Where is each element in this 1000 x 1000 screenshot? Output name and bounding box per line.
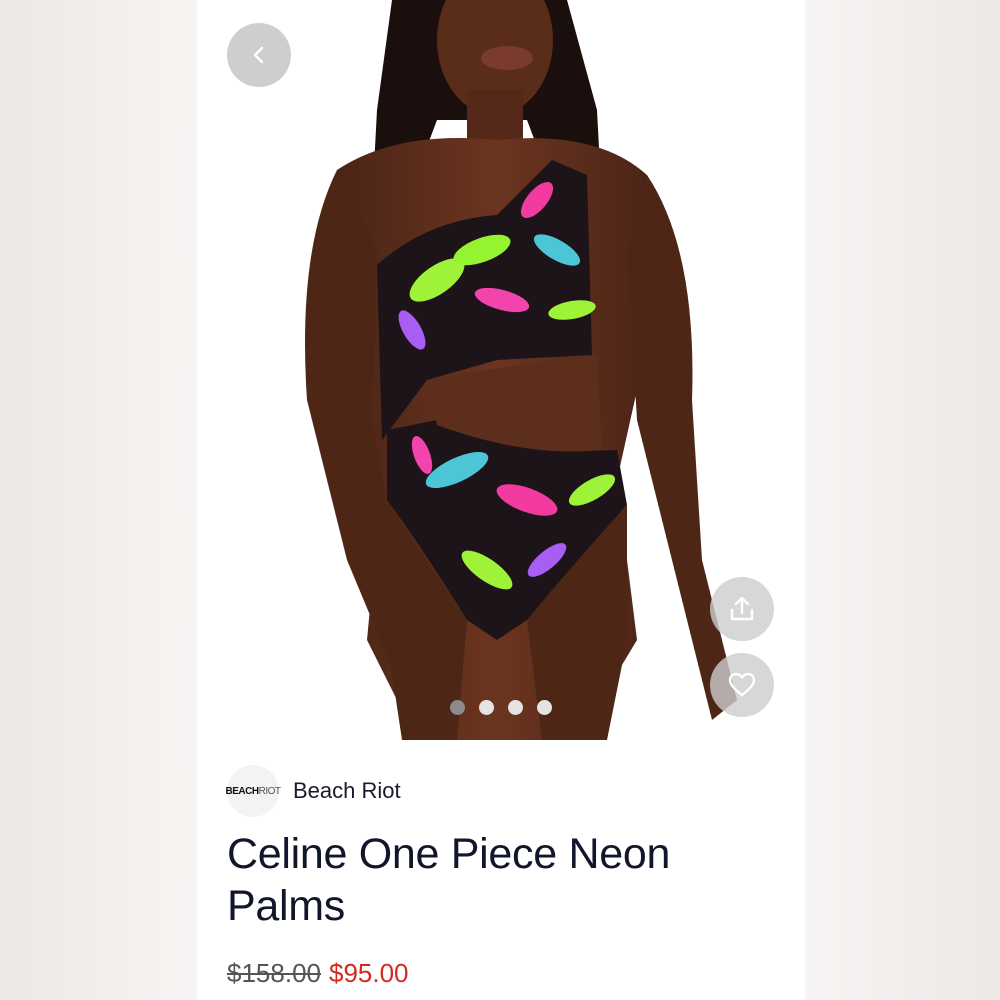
brand-logo[interactable]: BEACH RIOT [225, 765, 281, 817]
brand-logo-thin: RIOT [258, 785, 281, 797]
original-price: $158.00 [227, 958, 321, 988]
back-button[interactable] [227, 23, 291, 87]
product-image[interactable] [197, 0, 805, 740]
chevron-left-icon [253, 46, 264, 64]
carousel-indicators [197, 700, 805, 715]
model-photo [305, 0, 737, 740]
price-row: $158.00 $95.00 [227, 958, 409, 989]
carousel-dot[interactable] [479, 700, 494, 715]
carousel-dot[interactable] [450, 700, 465, 715]
screen: BEACH RIOT Beach Riot Celine One Piece Ne… [0, 0, 1000, 1000]
share-button[interactable] [710, 577, 774, 641]
product-page: BEACH RIOT Beach Riot Celine One Piece Ne… [197, 0, 805, 1000]
carousel-dot[interactable] [508, 700, 523, 715]
heart-icon [728, 672, 756, 697]
brand-logo-bold: BEACH [225, 785, 260, 797]
product-title: Celine One Piece Neon Palms [227, 830, 671, 930]
brand-row[interactable]: BEACH RIOT Beach Riot [225, 765, 401, 817]
carousel-dot[interactable] [537, 700, 552, 715]
share-icon [730, 596, 754, 621]
sale-price: $95.00 [328, 958, 409, 988]
brand-name[interactable]: Beach Riot [293, 778, 401, 804]
